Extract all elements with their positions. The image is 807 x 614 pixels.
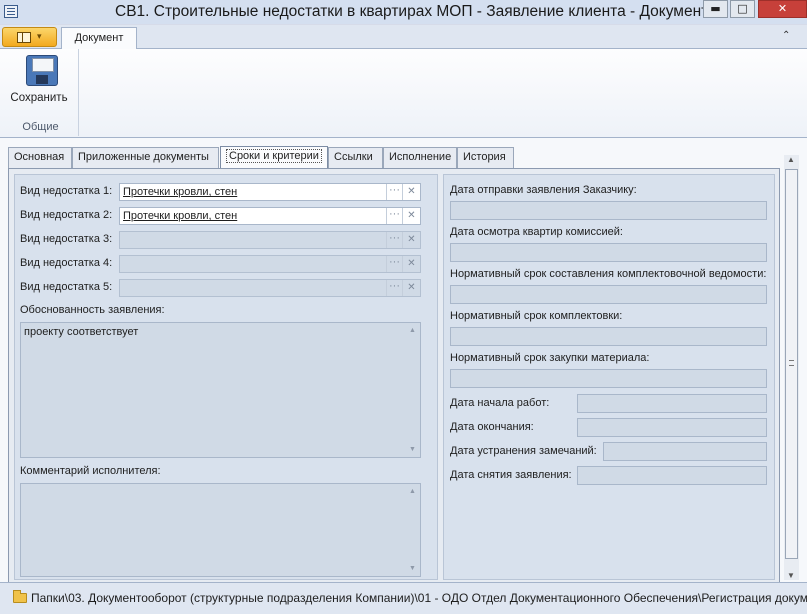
send-date-field[interactable] bbox=[450, 201, 767, 220]
norm-statement-label: Нормативный срок составления комплектово… bbox=[450, 268, 767, 280]
norm-purchase-label: Нормативный срок закупки материала: bbox=[450, 352, 650, 364]
tab-links[interactable]: Ссылки bbox=[328, 147, 383, 168]
defect-5-combo[interactable]: ··· ✕ bbox=[119, 279, 421, 297]
ribbon-panel: Сохранить Общие bbox=[0, 49, 807, 138]
clear-icon[interactable]: ✕ bbox=[402, 256, 420, 272]
app-menu-button[interactable]: ▾ bbox=[2, 27, 57, 47]
clear-icon[interactable]: ✕ bbox=[402, 184, 420, 200]
fix-date-label: Дата устранения замечаний: bbox=[450, 445, 597, 457]
scrollbar-thumb[interactable] bbox=[785, 169, 798, 559]
ellipsis-icon[interactable]: ··· bbox=[386, 184, 402, 200]
document-app-icon[interactable] bbox=[4, 5, 18, 18]
ribbon-tab-strip: ▾ Документ ⌃ bbox=[0, 25, 807, 50]
withdraw-date-label: Дата снятия заявления: bbox=[450, 469, 572, 481]
norm-statement-field[interactable] bbox=[450, 285, 767, 304]
ribbon-tab-document[interactable]: Документ bbox=[61, 27, 137, 50]
document-area: Основная Приложенные документы Сроки и к… bbox=[0, 138, 807, 584]
status-bar: Папки\03. Документооборот (структурные п… bbox=[0, 582, 807, 614]
clear-icon[interactable]: ✕ bbox=[402, 208, 420, 224]
ellipsis-icon[interactable]: ··· bbox=[386, 232, 402, 248]
inspection-date-field[interactable] bbox=[450, 243, 767, 262]
save-button[interactable]: Сохранить bbox=[6, 52, 72, 108]
scroll-up-icon[interactable]: ▲ bbox=[409, 327, 416, 334]
scroll-up-icon[interactable]: ▲ bbox=[409, 488, 416, 495]
floppy-disk-icon bbox=[26, 55, 58, 86]
defect-1-combo[interactable]: Протечки кровли, стен ··· ✕ bbox=[119, 183, 421, 201]
scroll-down-icon[interactable]: ▼ bbox=[787, 571, 795, 580]
tab-execution[interactable]: Исполнение bbox=[383, 147, 457, 168]
send-date-label: Дата отправки заявления Заказчику: bbox=[450, 184, 637, 196]
folder-path[interactable]: Папки\03. Документооборот (структурные п… bbox=[31, 591, 807, 605]
defect-3-label: Вид недостатка 3: bbox=[20, 233, 113, 245]
tab-main[interactable]: Основная bbox=[8, 147, 72, 168]
memo-scrollbar[interactable]: ▲ ▼ bbox=[406, 484, 420, 576]
validity-value: проекту соответствует bbox=[24, 326, 139, 338]
inspection-date-label: Дата осмотра квартир комиссией: bbox=[450, 226, 623, 238]
ellipsis-icon[interactable]: ··· bbox=[386, 280, 402, 296]
defect-2-value[interactable]: Протечки кровли, стен bbox=[123, 210, 237, 222]
title-bar: СВ1. Строительные недостатки в квартирах… bbox=[0, 0, 807, 24]
folder-icon bbox=[13, 590, 27, 603]
clear-icon[interactable]: ✕ bbox=[402, 280, 420, 296]
withdraw-date-field[interactable] bbox=[577, 466, 767, 485]
save-button-label: Сохранить bbox=[10, 92, 68, 104]
start-date-label: Дата начала работ: bbox=[450, 397, 550, 409]
scroll-down-icon[interactable]: ▼ bbox=[409, 565, 416, 572]
defect-2-combo[interactable]: Протечки кровли, стен ··· ✕ bbox=[119, 207, 421, 225]
defect-1-value[interactable]: Протечки кровли, стен bbox=[123, 186, 237, 198]
scroll-down-icon[interactable]: ▼ bbox=[409, 446, 416, 453]
end-date-label: Дата окончания: bbox=[450, 421, 534, 433]
tab-page-deadlines: Вид недостатка 1: Протечки кровли, стен … bbox=[8, 168, 780, 584]
collapse-ribbon-icon[interactable]: ⌃ bbox=[782, 30, 790, 41]
maximize-button[interactable]: □ bbox=[730, 0, 755, 18]
norm-purchase-field[interactable] bbox=[450, 369, 767, 388]
norm-kit-label: Нормативный срок комплектовки: bbox=[450, 310, 623, 322]
window-title: СВ1. Строительные недостатки в квартирах… bbox=[115, 3, 709, 20]
tab-history[interactable]: История bbox=[457, 147, 514, 168]
ellipsis-icon[interactable]: ··· bbox=[386, 256, 402, 272]
defect-1-label: Вид недостатка 1: bbox=[20, 185, 113, 197]
left-pane: Вид недостатка 1: Протечки кровли, стен … bbox=[14, 174, 438, 580]
minimize-button[interactable]: ▬ bbox=[703, 0, 728, 18]
fix-date-field[interactable] bbox=[603, 442, 767, 461]
defect-4-label: Вид недостатка 4: bbox=[20, 257, 113, 269]
defect-2-label: Вид недостатка 2: bbox=[20, 209, 113, 221]
chevron-down-icon: ▾ bbox=[37, 31, 42, 41]
memo-scrollbar[interactable]: ▲ ▼ bbox=[406, 323, 420, 457]
validity-label: Обоснованность заявления: bbox=[20, 304, 165, 316]
main-scrollbar[interactable]: ▲ ▼ bbox=[784, 155, 799, 580]
tab-attached-documents[interactable]: Приложенные документы bbox=[72, 147, 219, 168]
defect-4-combo[interactable]: ··· ✕ bbox=[119, 255, 421, 273]
ribbon-group-general: Сохранить Общие bbox=[2, 49, 79, 136]
right-pane: Дата отправки заявления Заказчику: Дата … bbox=[443, 174, 775, 580]
start-date-field[interactable] bbox=[577, 394, 767, 413]
ellipsis-icon[interactable]: ··· bbox=[386, 208, 402, 224]
app-menu-icon bbox=[17, 32, 31, 43]
end-date-field[interactable] bbox=[577, 418, 767, 437]
comment-label: Комментарий исполнителя: bbox=[20, 465, 161, 477]
norm-kit-field[interactable] bbox=[450, 327, 767, 346]
defect-3-combo[interactable]: ··· ✕ bbox=[119, 231, 421, 249]
comment-memo[interactable]: ▲ ▼ bbox=[20, 483, 421, 577]
scroll-up-icon[interactable]: ▲ bbox=[787, 155, 795, 164]
grip-icon bbox=[789, 360, 794, 366]
tab-deadlines-criteria[interactable]: Сроки и критерии bbox=[220, 146, 328, 169]
validity-memo[interactable]: проекту соответствует ▲ ▼ bbox=[20, 322, 421, 458]
close-button[interactable]: ✕ bbox=[758, 0, 807, 18]
clear-icon[interactable]: ✕ bbox=[402, 232, 420, 248]
ribbon-group-label: Общие bbox=[22, 121, 59, 133]
defect-5-label: Вид недостатка 5: bbox=[20, 281, 113, 293]
